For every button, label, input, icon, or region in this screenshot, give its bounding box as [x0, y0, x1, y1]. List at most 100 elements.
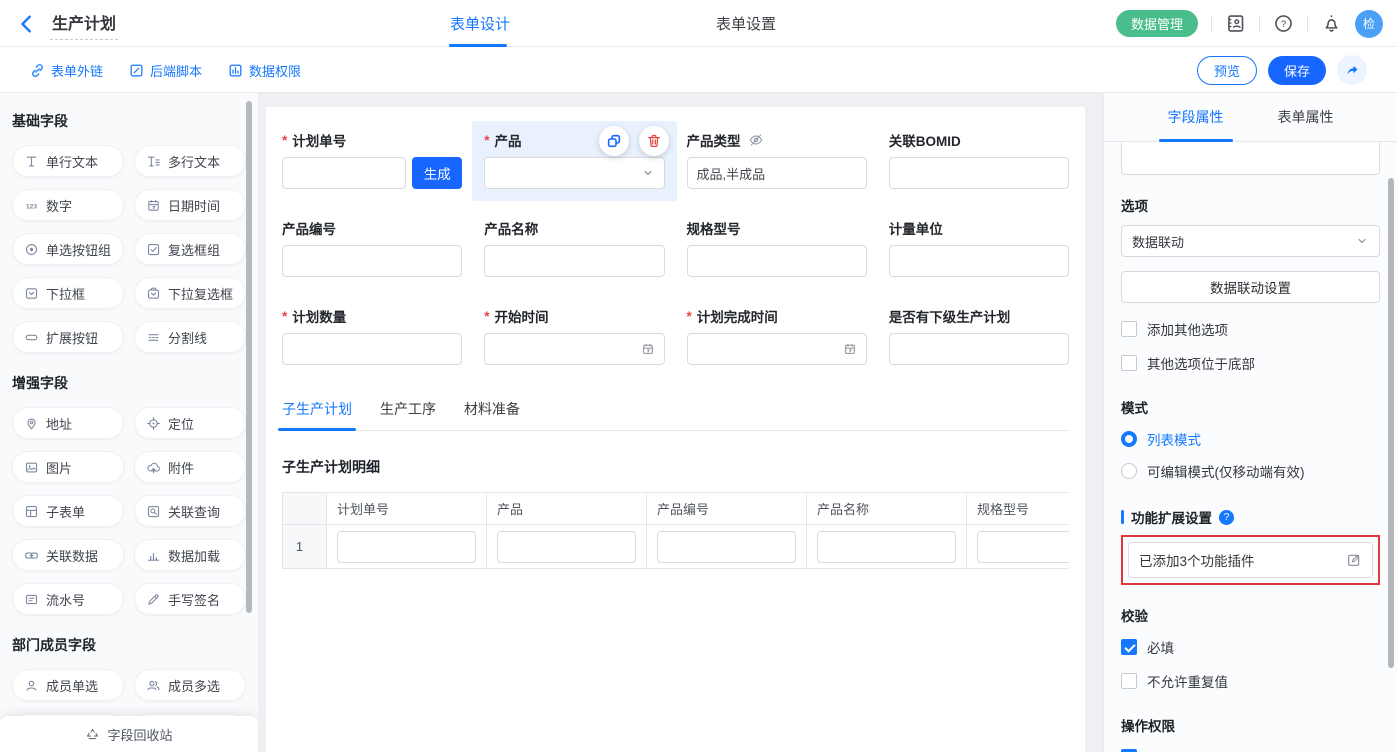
data-permission-link[interactable]: 数据权限: [228, 61, 301, 80]
section-accent-bar: [1121, 510, 1124, 524]
edit-icon[interactable]: [1346, 552, 1362, 568]
checkbox-unchecked[interactable]: [1121, 355, 1137, 371]
palette-item-image[interactable]: 图片: [12, 451, 124, 483]
palette-item-multi-select[interactable]: 下拉复选框: [134, 277, 246, 309]
field-plan-quantity[interactable]: *计划数量: [282, 307, 462, 365]
contact-book-icon[interactable]: [1225, 13, 1246, 34]
tab-production-process[interactable]: 生产工序: [380, 399, 436, 430]
field-has-sub-plan[interactable]: 是否有下级生产计划: [889, 307, 1069, 365]
delete-field-button[interactable]: [639, 126, 669, 156]
panel-scrollbar[interactable]: [1388, 178, 1394, 668]
product-name-input[interactable]: [484, 245, 664, 277]
back-button[interactable]: [16, 13, 38, 35]
plan-number-input[interactable]: [282, 157, 406, 189]
share-button[interactable]: [1337, 55, 1367, 85]
field-product-type[interactable]: 产品类型 成品,半成品: [687, 131, 867, 189]
palette-item-address[interactable]: 地址: [12, 407, 124, 439]
add-other-option-checkbox[interactable]: 添加其他选项: [1121, 319, 1380, 339]
unit-input[interactable]: [889, 245, 1069, 277]
palette-item-related-data[interactable]: 关联数据: [12, 539, 124, 571]
required-checkbox[interactable]: 必填: [1121, 637, 1380, 657]
checkbox-checked[interactable]: [1121, 639, 1137, 655]
mode-list-radio[interactable]: 列表模式: [1121, 429, 1380, 449]
subtable-cell-input[interactable]: [817, 531, 956, 563]
tab-form-properties[interactable]: 表单属性: [1278, 93, 1334, 142]
help-icon[interactable]: [1273, 13, 1294, 34]
palette-item-attachment[interactable]: 附件: [134, 451, 246, 483]
field-product-name[interactable]: 产品名称: [484, 219, 664, 277]
field-product-code[interactable]: 产品编号: [282, 219, 462, 277]
checkbox-unchecked[interactable]: [1121, 321, 1137, 337]
data-manage-button[interactable]: 数据管理: [1116, 10, 1198, 37]
preview-button[interactable]: 预览: [1197, 56, 1257, 85]
select-icon: [24, 286, 39, 301]
scrolled-partial-input[interactable]: [1121, 143, 1380, 175]
palette-item-subform[interactable]: 子表单: [12, 495, 124, 527]
product-type-input[interactable]: 成品,半成品: [687, 157, 867, 189]
field-unit[interactable]: 计量单位: [889, 219, 1069, 277]
backend-script-link[interactable]: 后端脚本: [129, 61, 202, 80]
divider: [1307, 17, 1308, 31]
product-code-input[interactable]: [282, 245, 462, 277]
field-finish-time[interactable]: *计划完成时间: [687, 307, 867, 365]
option-source-select[interactable]: 数据联动: [1121, 225, 1380, 257]
field-recycle-bin[interactable]: 字段回收站: [0, 716, 258, 752]
palette-item-checkbox-group[interactable]: 复选框组: [134, 233, 246, 265]
bom-id-input[interactable]: [889, 157, 1069, 189]
field-start-time[interactable]: *开始时间: [484, 307, 664, 365]
palette-item-divider[interactable]: 分割线: [134, 321, 246, 353]
tab-form-settings[interactable]: 表单设置: [716, 0, 776, 47]
divider: [1259, 17, 1260, 31]
generate-button[interactable]: 生成: [412, 157, 462, 189]
palette-item-datetime[interactable]: 日期时间: [134, 189, 246, 221]
no-duplicate-checkbox[interactable]: 不允许重复值: [1121, 671, 1380, 691]
field-plan-number[interactable]: *计划单号 生成: [282, 131, 462, 189]
other-option-bottom-checkbox[interactable]: 其他选项位于底部: [1121, 353, 1380, 373]
subtable-cell-input[interactable]: [977, 531, 1069, 563]
start-time-input[interactable]: [484, 333, 664, 365]
data-linkage-settings-button[interactable]: 数据联动设置: [1121, 271, 1380, 303]
radio-selected[interactable]: [1121, 431, 1137, 447]
palette-item-related-query[interactable]: 关联查询: [134, 495, 246, 527]
palette-item-multi-text[interactable]: 多行文本: [134, 145, 246, 177]
subtable-cell-input[interactable]: [497, 531, 636, 563]
finish-time-input[interactable]: [687, 333, 867, 365]
palette-item-signature[interactable]: 手写签名: [134, 583, 246, 615]
palette-item-data-load[interactable]: 数据加载: [134, 539, 246, 571]
plan-quantity-input[interactable]: [282, 333, 462, 365]
visible-checkbox[interactable]: 可见: [1121, 747, 1380, 752]
help-filled-icon[interactable]: ?: [1219, 510, 1234, 525]
tab-field-properties[interactable]: 字段属性: [1168, 93, 1224, 142]
field-bom-id[interactable]: 关联BOMID: [889, 131, 1069, 189]
notification-bell-icon[interactable]: [1321, 13, 1342, 34]
user-avatar[interactable]: 检: [1355, 10, 1383, 38]
plugin-summary-field[interactable]: 已添加3个功能插件: [1128, 542, 1373, 578]
palette-item-member-single[interactable]: 成员单选: [12, 669, 124, 701]
palette-item-ext-button[interactable]: 扩展按钮: [12, 321, 124, 353]
subtable-cell-input[interactable]: [657, 531, 796, 563]
radio-icon: [24, 242, 39, 257]
save-button[interactable]: 保存: [1268, 56, 1326, 85]
subtable-cell-input[interactable]: [337, 531, 476, 563]
palette-item-single-text[interactable]: 单行文本: [12, 145, 124, 177]
palette-item-select[interactable]: 下拉框: [12, 277, 124, 309]
palette-item-number[interactable]: 数字: [12, 189, 124, 221]
palette-item-member-multi[interactable]: 成员多选: [134, 669, 246, 701]
field-product-selected[interactable]: *产品: [472, 121, 676, 201]
field-spec-model[interactable]: 规格型号: [687, 219, 867, 277]
mode-editable-radio[interactable]: 可编辑模式(仅移动端有效): [1121, 461, 1380, 481]
form-external-link[interactable]: 表单外链: [30, 61, 103, 80]
radio-unselected[interactable]: [1121, 463, 1137, 479]
palette-item-location[interactable]: 定位: [134, 407, 246, 439]
checkbox-unchecked[interactable]: [1121, 673, 1137, 689]
product-select[interactable]: [484, 157, 664, 189]
spec-model-input[interactable]: [687, 245, 867, 277]
duplicate-field-button[interactable]: [599, 126, 629, 156]
tab-sub-production-plan[interactable]: 子生产计划: [282, 399, 352, 430]
palette-item-serial-number[interactable]: 流水号: [12, 583, 124, 615]
tab-material-preparation[interactable]: 材料准备: [464, 399, 520, 430]
sidebar-scrollbar[interactable]: [246, 101, 252, 613]
palette-item-radio-group[interactable]: 单选按钮组: [12, 233, 124, 265]
has-sub-plan-input[interactable]: [889, 333, 1069, 365]
tab-form-design[interactable]: 表单设计: [450, 0, 510, 47]
